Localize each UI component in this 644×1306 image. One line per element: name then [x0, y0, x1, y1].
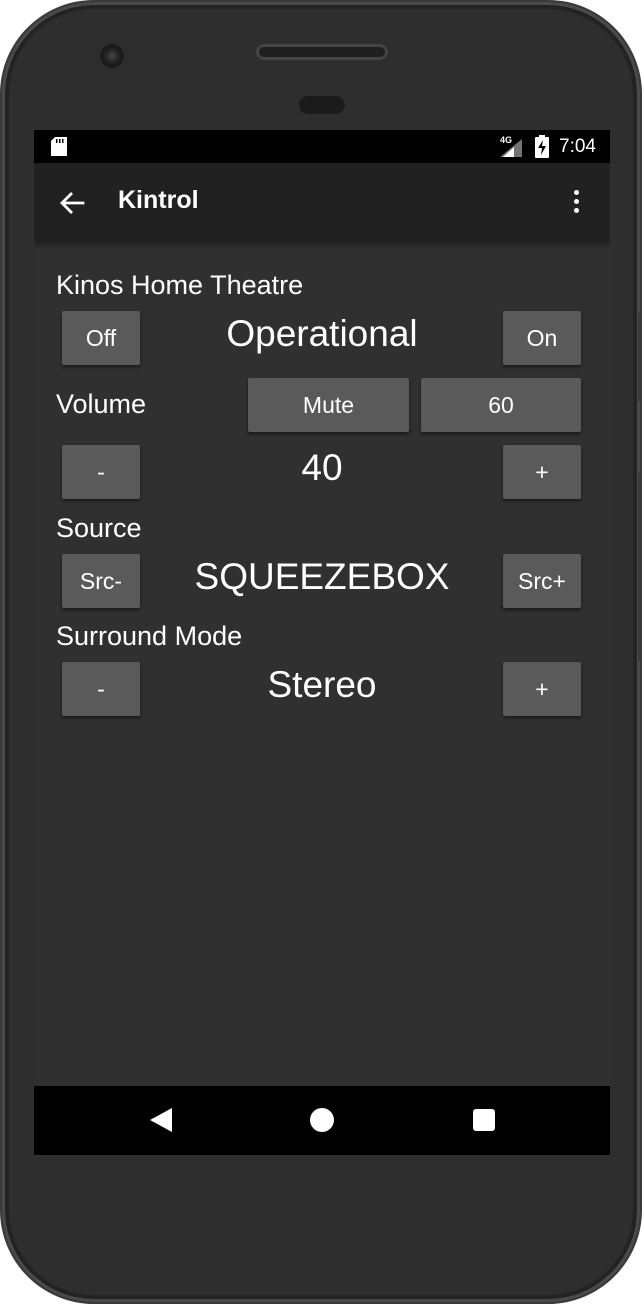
device-state-value: Operational — [226, 313, 418, 354]
power-button — [638, 312, 642, 402]
volume-value: 40 — [301, 447, 343, 488]
phone-frame: 4G 7:04 Kintrol Kinos Home Theatre Off O… — [2, 2, 642, 1302]
surround-mode-label: Surround Mode — [56, 621, 243, 651]
volume-up-button[interactable]: + — [503, 445, 581, 499]
volume-label: Volume — [56, 389, 147, 419]
volume-down-button[interactable]: - — [62, 445, 140, 499]
app-bar: Kintrol — [34, 163, 610, 242]
surround-prev-button[interactable]: - — [62, 662, 140, 716]
arrow-left-icon[interactable] — [58, 189, 86, 217]
status-clock: 7:04 — [559, 136, 596, 157]
surround-next-button[interactable]: + — [503, 662, 581, 716]
battery-charging-icon — [535, 135, 549, 158]
status-bar: 4G 7:04 — [34, 130, 610, 163]
source-label: Source — [56, 513, 142, 543]
nav-back-icon[interactable] — [150, 1108, 172, 1132]
surround-mode-value: Stereo — [267, 664, 377, 705]
device-name-label: Kinos Home Theatre — [56, 270, 304, 300]
navigation-bar — [34, 1086, 610, 1155]
source-value: SQUEEZEBOX — [194, 556, 450, 597]
source-prev-button[interactable]: Src- — [62, 554, 140, 608]
mute-button[interactable]: Mute — [248, 378, 409, 432]
power-on-button[interactable]: On — [503, 311, 581, 365]
app-title: Kintrol — [118, 186, 199, 214]
volume-preset-button[interactable]: 60 — [421, 378, 581, 432]
earpiece-speaker — [256, 44, 388, 60]
power-off-button[interactable]: Off — [62, 311, 140, 365]
nav-recents-icon[interactable] — [473, 1109, 495, 1131]
sd-card-icon — [51, 137, 67, 156]
volume-button — [638, 472, 642, 662]
nav-home-icon[interactable] — [310, 1108, 334, 1132]
proximity-sensor — [299, 96, 345, 114]
more-vert-icon[interactable] — [570, 187, 582, 219]
front-camera — [100, 44, 124, 68]
source-next-button[interactable]: Src+ — [503, 554, 581, 608]
screen: 4G 7:04 Kintrol Kinos Home Theatre Off O… — [34, 130, 610, 1155]
signal-icon — [500, 139, 522, 157]
